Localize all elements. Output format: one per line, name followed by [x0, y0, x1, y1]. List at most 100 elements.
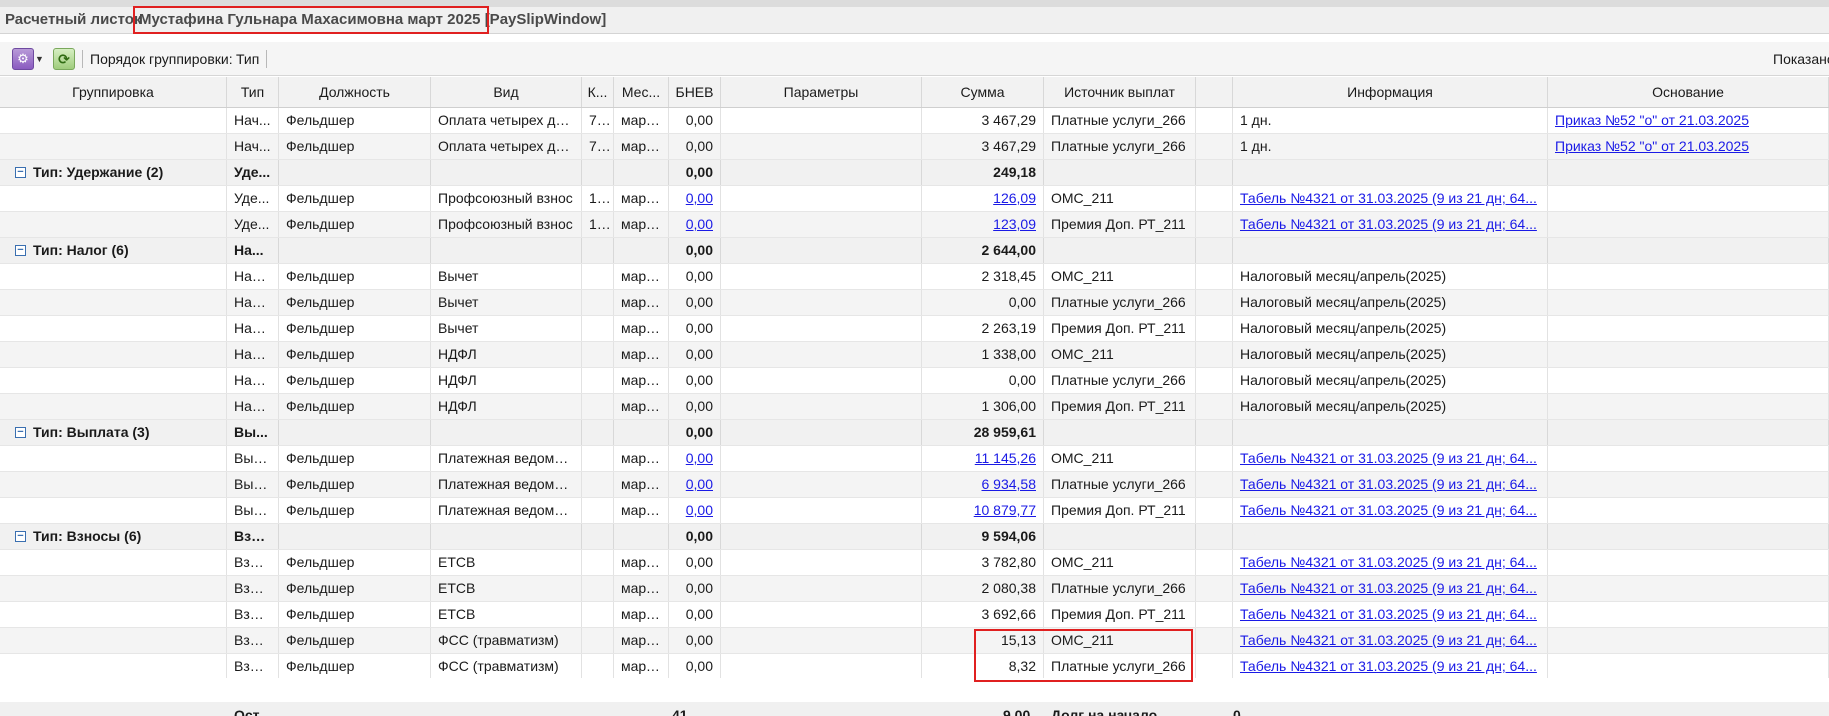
bnev-link[interactable]: 0,00 [686, 190, 713, 206]
column-header-position[interactable]: Должность [279, 77, 431, 107]
summary-bnev: 41 [672, 707, 688, 716]
table-row[interactable]: Налог Фельдшер НДФЛ март... 0,00 1 338,00 ОМС_… [0, 342, 1829, 368]
column-header-params[interactable]: Параметры [721, 77, 922, 107]
cell-info[interactable]: Табель №4321 от 31.03.2025 (9 из 21 дн; … [1233, 654, 1548, 679]
cell-info[interactable]: Табель №4321 от 31.03.2025 (9 из 21 дн; … [1233, 550, 1548, 575]
bnev-link[interactable]: 0,00 [686, 476, 713, 492]
table-row[interactable]: Взно... Фельдшер ФСС (травматизм) март... 0,… [0, 628, 1829, 654]
collapse-icon[interactable]: − [15, 245, 26, 256]
info-link[interactable]: Табель №4321 от 31.03.2025 (9 из 21 дн; … [1240, 476, 1537, 492]
cell-bnev[interactable]: 0,00 [669, 446, 721, 471]
table-row[interactable]: Налог Фельдшер НДФЛ март... 0,00 0,00 Платные … [0, 368, 1829, 394]
settings-dropdown-arrow[interactable]: ▼ [35, 48, 45, 70]
table-row[interactable]: Налог Фельдшер Вычет март... 0,00 0,00 Платные… [0, 290, 1829, 316]
table-row[interactable]: Нач... Фельдшер Оплата четырех до... 7... ма… [0, 134, 1829, 160]
column-header-source[interactable]: Источник выплат [1044, 77, 1196, 107]
cell-month [614, 524, 669, 549]
info-link[interactable]: Табель №4321 от 31.03.2025 (9 из 21 дн; … [1240, 554, 1537, 570]
group-header-row[interactable]: − Тип: Выплата (3) Вы... 0,00 28 959,61 [0, 420, 1829, 446]
sum-link[interactable]: 6 934,58 [982, 476, 1037, 492]
info-link[interactable]: Табель №4321 от 31.03.2025 (9 из 21 дн; … [1240, 632, 1537, 648]
basis-link[interactable]: Приказ №52 "о" от 21.03.2025 [1555, 138, 1749, 154]
cell-sum[interactable]: 126,09 [922, 186, 1044, 211]
column-header-k[interactable]: К... [582, 77, 614, 107]
cell-grouping[interactable]: − Тип: Налог (6) [0, 238, 227, 263]
sum-link[interactable]: 123,09 [993, 216, 1036, 232]
collapse-icon[interactable]: − [15, 427, 26, 438]
table-row[interactable]: Взно... Фельдшер ФСС (травматизм) март... 0,… [0, 654, 1829, 680]
cell-blank [1196, 446, 1233, 471]
table-row[interactable]: Нач... Фельдшер Оплата четырех до... 7... ма… [0, 108, 1829, 134]
cell-info[interactable]: Табель №4321 от 31.03.2025 (9 из 21 дн; … [1233, 628, 1548, 653]
cell-sum[interactable]: 10 879,77 [922, 498, 1044, 523]
cell-params [721, 498, 922, 523]
cell-kind: ЕТСВ [431, 602, 582, 627]
cell-basis[interactable]: Приказ №52 "о" от 21.03.2025 [1548, 134, 1829, 159]
cell-info[interactable]: Табель №4321 от 31.03.2025 (9 из 21 дн; … [1233, 576, 1548, 601]
column-header-bnev[interactable]: БНЕВ [669, 77, 721, 107]
sum-link[interactable]: 11 145,26 [975, 450, 1036, 466]
table-row[interactable]: Налог Фельдшер НДФЛ март... 0,00 1 306,00 Прем… [0, 394, 1829, 420]
cell-sum[interactable]: 6 934,58 [922, 472, 1044, 497]
cell-grouping [0, 186, 227, 211]
group-header-row[interactable]: − Тип: Налог (6) На... 0,00 2 644,00 [0, 238, 1829, 264]
info-link[interactable]: Табель №4321 от 31.03.2025 (9 из 21 дн; … [1240, 450, 1537, 466]
group-header-row[interactable]: − Тип: Взносы (6) Взн... 0,00 9 594,06 [0, 524, 1829, 550]
cell-grouping[interactable]: − Тип: Удержание (2) [0, 160, 227, 185]
collapse-icon[interactable]: − [15, 167, 26, 178]
bnev-link[interactable]: 0,00 [686, 216, 713, 232]
group-header-row[interactable]: − Тип: Удержание (2) Уде... 0,00 249,18 [0, 160, 1829, 186]
table-row[interactable]: Вып... Фельдшер Платежная ведомос... март..… [0, 446, 1829, 472]
column-header-info[interactable]: Информация [1233, 77, 1548, 107]
cell-kind [431, 420, 582, 445]
cell-bnev[interactable]: 0,00 [669, 186, 721, 211]
bnev-link[interactable]: 0,00 [686, 502, 713, 518]
cell-position: Фельдшер [279, 654, 431, 679]
table-row[interactable]: Вып... Фельдшер Платежная ведомос... март..… [0, 498, 1829, 524]
cell-sum[interactable]: 123,09 [922, 212, 1044, 237]
column-header-kind[interactable]: Вид [431, 77, 582, 107]
cell-basis[interactable]: Приказ №52 "о" от 21.03.2025 [1548, 108, 1829, 133]
table-row[interactable]: Вып... Фельдшер Платежная ведомос... март..… [0, 472, 1829, 498]
info-link[interactable]: Табель №4321 от 31.03.2025 (9 из 21 дн; … [1240, 658, 1537, 674]
sum-link[interactable]: 126,09 [993, 190, 1036, 206]
bnev-link[interactable]: 0,00 [686, 450, 713, 466]
cell-bnev[interactable]: 0,00 [669, 212, 721, 237]
info-link[interactable]: Табель №4321 от 31.03.2025 (9 из 21 дн; … [1240, 580, 1537, 596]
column-header-blank[interactable] [1196, 77, 1233, 107]
table-row[interactable]: Налог Фельдшер Вычет март... 0,00 2 318,45 ОМС… [0, 264, 1829, 290]
cell-info[interactable]: Табель №4321 от 31.03.2025 (9 из 21 дн; … [1233, 212, 1548, 237]
column-header-type[interactable]: Тип [227, 77, 279, 107]
cell-bnev[interactable]: 0,00 [669, 498, 721, 523]
sum-link[interactable]: 10 879,77 [974, 502, 1036, 518]
table-row[interactable]: Взно... Фельдшер ЕТСВ март... 0,00 2 080,38 Пл… [0, 576, 1829, 602]
cell-sum: 2 263,19 [922, 316, 1044, 341]
info-link[interactable]: Табель №4321 от 31.03.2025 (9 из 21 дн; … [1240, 216, 1537, 232]
info-link[interactable]: Табель №4321 от 31.03.2025 (9 из 21 дн; … [1240, 190, 1537, 206]
table-row[interactable]: Взно... Фельдшер ЕТСВ март... 0,00 3 692,66 Пр… [0, 602, 1829, 628]
cell-info[interactable]: Табель №4321 от 31.03.2025 (9 из 21 дн; … [1233, 472, 1548, 497]
table-row[interactable]: Уде... Фельдшер Профсоюзный взнос 1... март.… [0, 212, 1829, 238]
info-link[interactable]: Табель №4321 от 31.03.2025 (9 из 21 дн; … [1240, 502, 1537, 518]
cell-info[interactable]: Табель №4321 от 31.03.2025 (9 из 21 дн; … [1233, 446, 1548, 471]
column-header-grouping[interactable]: Группировка [0, 77, 227, 107]
grouping-order-value[interactable]: Тип [236, 42, 259, 76]
table-row[interactable]: Налог Фельдшер Вычет март... 0,00 2 263,19 Пре… [0, 316, 1829, 342]
refresh-button[interactable]: ⟳ [53, 48, 75, 70]
column-header-month[interactable]: Мес... [614, 77, 669, 107]
cell-bnev[interactable]: 0,00 [669, 472, 721, 497]
cell-grouping[interactable]: − Тип: Взносы (6) [0, 524, 227, 549]
settings-gear-button[interactable]: ⚙ [12, 48, 34, 70]
column-header-sum[interactable]: Сумма [922, 77, 1044, 107]
cell-info[interactable]: Табель №4321 от 31.03.2025 (9 из 21 дн; … [1233, 498, 1548, 523]
collapse-icon[interactable]: − [15, 531, 26, 542]
info-link[interactable]: Табель №4321 от 31.03.2025 (9 из 21 дн; … [1240, 606, 1537, 622]
cell-info[interactable]: Табель №4321 от 31.03.2025 (9 из 21 дн; … [1233, 602, 1548, 627]
cell-sum[interactable]: 11 145,26 [922, 446, 1044, 471]
column-header-basis[interactable]: Основание [1548, 77, 1829, 107]
table-row[interactable]: Взно... Фельдшер ЕТСВ март... 0,00 3 782,80 ОМ… [0, 550, 1829, 576]
basis-link[interactable]: Приказ №52 "о" от 21.03.2025 [1555, 112, 1749, 128]
cell-info[interactable]: Табель №4321 от 31.03.2025 (9 из 21 дн; … [1233, 186, 1548, 211]
cell-grouping[interactable]: − Тип: Выплата (3) [0, 420, 227, 445]
table-row[interactable]: Уде... Фельдшер Профсоюзный взнос 1... март.… [0, 186, 1829, 212]
